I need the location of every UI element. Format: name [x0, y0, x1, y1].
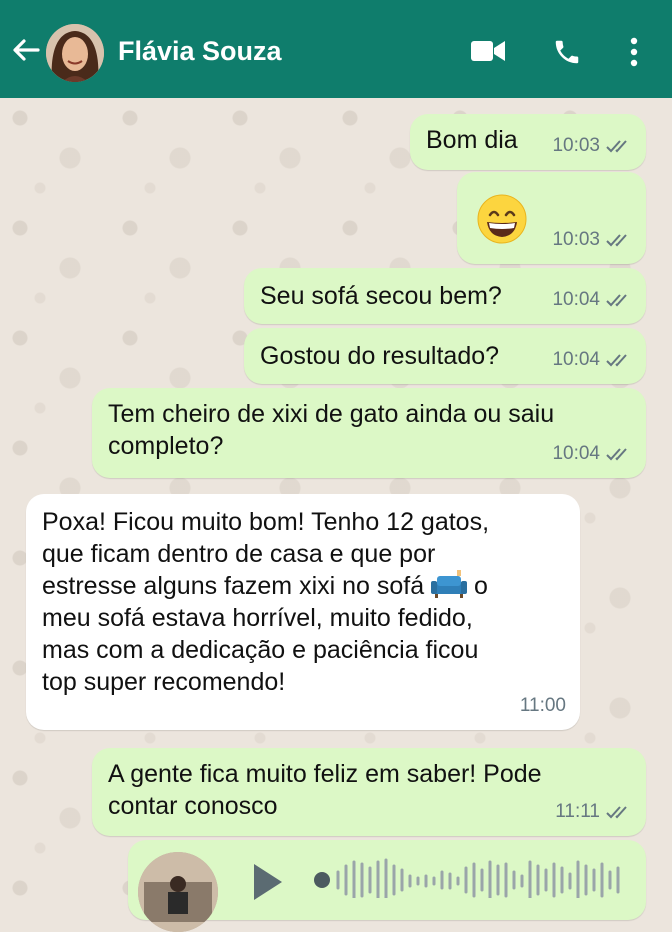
video-call-icon[interactable]: [470, 38, 506, 64]
read-ticks-icon: [606, 806, 627, 819]
read-ticks-icon: [606, 354, 627, 367]
message-bubble[interactable]: Tem cheiro de xixi de gato ainda ou saiu…: [92, 388, 646, 478]
message-text: Bom dia: [426, 126, 518, 154]
read-ticks-icon: [606, 234, 627, 247]
message-meta: 10:04: [552, 284, 632, 316]
grinning-face-emoji: [477, 194, 527, 244]
message-bubble[interactable]: A gente fica muito feliz em saber! Pode …: [92, 748, 646, 836]
voice-call-icon[interactable]: [552, 36, 582, 68]
play-icon[interactable]: [250, 862, 284, 902]
audio-waveform[interactable]: [308, 858, 638, 898]
voice-note-bubble[interactable]: [128, 840, 646, 932]
read-ticks-icon: [606, 448, 627, 461]
message-text: Seu sofá secou bem?: [260, 282, 502, 310]
message-bubble[interactable]: 10:03: [457, 172, 646, 264]
message-text: A gente fica muito feliz em saber! Pode …: [108, 760, 542, 820]
message-time: 10:04: [552, 443, 600, 464]
contact-name[interactable]: Flávia Souza: [118, 36, 282, 67]
message-meta: 10:04: [552, 438, 632, 470]
couch-emoji: [431, 570, 468, 598]
message-text: Gostou do resultado?: [260, 342, 500, 370]
message-time: 10:03: [552, 135, 600, 156]
message-text: Poxa! Ficou muito bom! Tenho 12 gatos, q…: [42, 506, 572, 698]
message-time: 11:11: [555, 801, 600, 822]
message-meta: 10:03: [552, 224, 632, 256]
message-meta: 11:00: [520, 690, 566, 722]
message-time: 10:03: [552, 229, 600, 250]
message-bubble[interactable]: Gostou do resultado? 10:04: [244, 328, 646, 384]
voice-sender-avatar: [138, 852, 218, 932]
message-time: 10:04: [552, 289, 600, 310]
message-bubble[interactable]: Seu sofá secou bem? 10:04: [244, 268, 646, 324]
read-ticks-icon: [606, 294, 627, 307]
message-time: 11:00: [519, 695, 566, 716]
message-time: 10:04: [552, 349, 600, 370]
chat-header: Flávia Souza: [0, 0, 672, 98]
message-text-part: Poxa! Ficou muito bom! Tenho 12 gatos, q…: [42, 508, 490, 600]
message-bubble[interactable]: Bom dia 10:03: [410, 114, 646, 170]
message-text: Tem cheiro de xixi de gato ainda ou saiu…: [108, 400, 555, 460]
message-meta: 10:03: [552, 130, 632, 162]
contact-avatar[interactable]: [46, 24, 104, 82]
more-options-icon[interactable]: [626, 36, 642, 68]
message-meta: 10:04: [552, 344, 632, 376]
back-arrow-icon[interactable]: [10, 34, 42, 66]
read-ticks-icon: [606, 140, 627, 153]
message-meta: 11:11: [555, 796, 632, 828]
message-bubble[interactable]: Poxa! Ficou muito bom! Tenho 12 gatos, q…: [26, 494, 580, 730]
